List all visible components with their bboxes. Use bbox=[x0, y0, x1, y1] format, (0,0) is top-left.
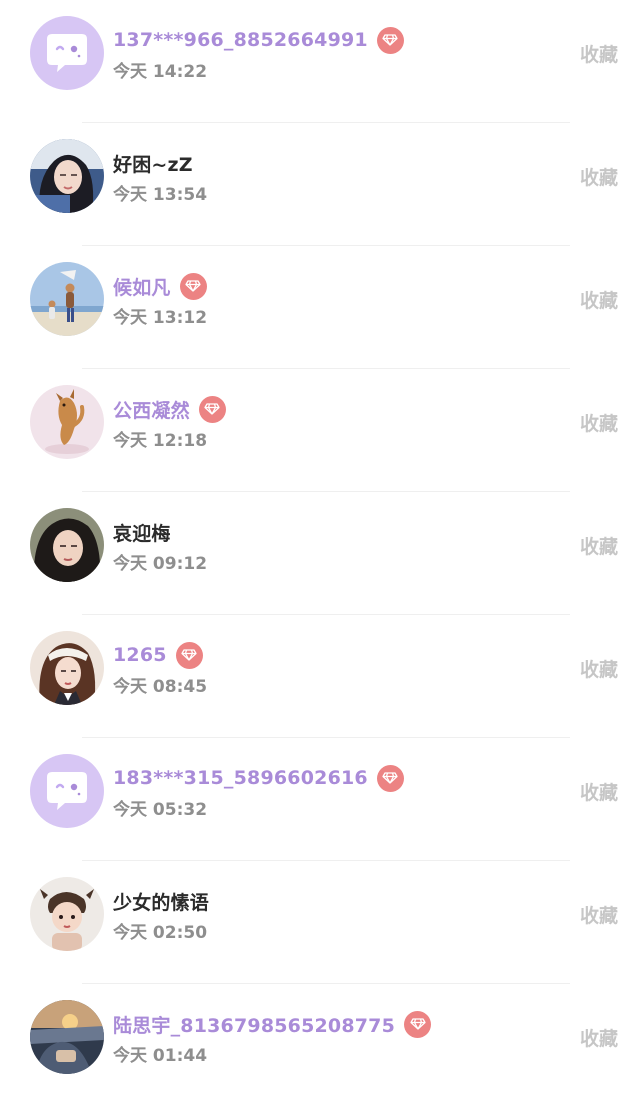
user-name[interactable]: 1265 bbox=[113, 644, 167, 666]
favorite-button[interactable]: 收藏 bbox=[580, 655, 618, 682]
photo-avatar[interactable] bbox=[30, 508, 104, 582]
list-item[interactable]: 137***966_8852664991 今天 14:22 收藏 bbox=[0, 0, 640, 123]
vip-diamond-icon bbox=[175, 641, 203, 669]
photo-avatar[interactable] bbox=[30, 139, 104, 213]
list-item[interactable]: 1265 今天 08:45 收藏 bbox=[0, 615, 640, 738]
list-item[interactable]: 陆思宇_8136798565208775 今天 01:44 收藏 bbox=[0, 984, 640, 1107]
visit-time: 今天 13:54 bbox=[113, 185, 208, 205]
default-chat-avatar[interactable] bbox=[30, 754, 104, 828]
default-chat-avatar[interactable] bbox=[30, 16, 104, 90]
visitor-list: 137***966_8852664991 今天 14:22 收藏 好困~zZ 今… bbox=[0, 0, 640, 1107]
vip-diamond-icon bbox=[404, 1010, 432, 1038]
visit-time: 今天 02:50 bbox=[113, 923, 208, 943]
visit-time: 今天 08:45 bbox=[113, 677, 208, 697]
list-item[interactable]: 候如凡 今天 13:12 收藏 bbox=[0, 246, 640, 369]
user-name[interactable]: 公西凝然 bbox=[113, 396, 190, 423]
vip-diamond-icon bbox=[376, 764, 404, 792]
list-item[interactable]: 哀迎梅 今天 09:12 收藏 bbox=[0, 492, 640, 615]
list-item[interactable]: 少女的愫语 今天 02:50 收藏 bbox=[0, 861, 640, 984]
visit-time: 今天 05:32 bbox=[113, 800, 208, 820]
vip-diamond-icon bbox=[376, 26, 404, 54]
favorite-button[interactable]: 收藏 bbox=[580, 532, 618, 559]
photo-avatar[interactable] bbox=[30, 262, 104, 336]
visit-time: 今天 14:22 bbox=[113, 62, 208, 82]
user-name[interactable]: 候如凡 bbox=[113, 273, 171, 300]
list-item[interactable]: 183***315_5896602616 今天 05:32 收藏 bbox=[0, 738, 640, 861]
user-name[interactable]: 哀迎梅 bbox=[113, 519, 171, 546]
favorite-button[interactable]: 收藏 bbox=[580, 1024, 618, 1051]
visit-time: 今天 09:12 bbox=[113, 554, 208, 574]
favorite-button[interactable]: 收藏 bbox=[580, 901, 618, 928]
user-name[interactable]: 137***966_8852664991 bbox=[113, 29, 368, 51]
list-item[interactable]: 好困~zZ 今天 13:54 收藏 bbox=[0, 123, 640, 246]
visit-time: 今天 12:18 bbox=[113, 431, 208, 451]
photo-avatar[interactable] bbox=[30, 877, 104, 951]
user-name[interactable]: 好困~zZ bbox=[113, 150, 193, 177]
user-name[interactable]: 183***315_5896602616 bbox=[113, 767, 368, 789]
photo-avatar[interactable] bbox=[30, 385, 104, 459]
vip-diamond-icon bbox=[198, 395, 226, 423]
user-name[interactable]: 陆思宇_8136798565208775 bbox=[113, 1011, 395, 1038]
favorite-button[interactable]: 收藏 bbox=[580, 409, 618, 436]
photo-avatar[interactable] bbox=[30, 1000, 104, 1074]
photo-avatar[interactable] bbox=[30, 631, 104, 705]
favorite-button[interactable]: 收藏 bbox=[580, 778, 618, 805]
list-item[interactable]: 公西凝然 今天 12:18 收藏 bbox=[0, 369, 640, 492]
favorite-button[interactable]: 收藏 bbox=[580, 286, 618, 313]
vip-diamond-icon bbox=[179, 272, 207, 300]
visit-time: 今天 13:12 bbox=[113, 308, 208, 328]
user-name[interactable]: 少女的愫语 bbox=[113, 888, 209, 915]
visit-time: 今天 01:44 bbox=[113, 1046, 208, 1066]
favorite-button[interactable]: 收藏 bbox=[580, 163, 618, 190]
favorite-button[interactable]: 收藏 bbox=[580, 40, 618, 67]
